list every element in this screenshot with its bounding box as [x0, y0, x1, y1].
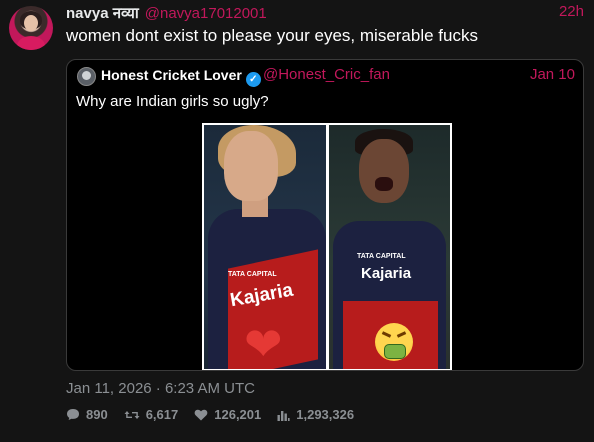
retweet-count[interactable]: 6,617	[124, 407, 179, 422]
post-timestamp[interactable]: Jan 11, 2026 · 6:23 AM UTC	[66, 380, 255, 397]
quoted-tweet-time[interactable]: Jan 10	[530, 66, 575, 83]
quoted-tweet-image[interactable]: TATA CAPITAL Kajaria ❤ TATA CAPITAL Kaja…	[202, 123, 452, 370]
like-count[interactable]: 126,201	[194, 407, 261, 422]
retweet-icon	[124, 410, 140, 419]
right-jersey-sponsor: Kajaria	[361, 265, 412, 282]
views-bar-chart-icon	[277, 410, 290, 421]
quoted-tweet-text: Why are Indian girls so ugly?	[76, 93, 269, 110]
retweet-count-value: 6,617	[145, 407, 179, 422]
view-count-value: 1,293,326	[296, 407, 355, 422]
view-count[interactable]: 1,293,326	[277, 407, 354, 422]
quoted-author-handle[interactable]: @Honest_Cric_fan	[263, 66, 390, 83]
author-avatar[interactable]	[9, 6, 53, 50]
reply-count-value: 890	[86, 407, 108, 422]
vomiting-face-icon	[375, 323, 413, 361]
tweet-header: navya नव्या @navya17012001	[66, 3, 267, 23]
verified-badge-icon: ✓	[245, 72, 261, 87]
author-display-name[interactable]: navya नव्या	[66, 5, 139, 22]
quoted-tweet[interactable]: Honest Cricket Lover ✓ @Honest_Cric_fan J…	[66, 59, 584, 371]
right-jersey-tag: TATA CAPITAL	[357, 253, 406, 260]
quoted-author-display-name[interactable]: Honest Cricket Lover	[101, 67, 242, 83]
quoted-author-name-row[interactable]: Honest Cricket Lover ✓	[101, 67, 261, 87]
reply-count[interactable]: 890	[66, 407, 108, 422]
left-jersey-tag: TATA CAPITAL	[228, 271, 277, 278]
tweet-text: women dont exist to please your eyes, mi…	[66, 26, 478, 45]
reply-icon	[67, 409, 79, 420]
tweet-time[interactable]: 22h	[559, 3, 584, 20]
like-count-value: 126,201	[214, 407, 262, 422]
heart-like-icon	[194, 409, 208, 420]
right-player-photo: TATA CAPITAL Kajaria	[329, 125, 450, 369]
author-handle[interactable]: @navya17012001	[145, 5, 267, 22]
left-player-photo: TATA CAPITAL Kajaria ❤	[204, 125, 326, 369]
heart-icon: ❤	[244, 318, 283, 369]
engagement-stats: 890 6,617 126,201 1,293,326	[66, 407, 370, 422]
quoted-author-avatar[interactable]	[77, 67, 96, 86]
